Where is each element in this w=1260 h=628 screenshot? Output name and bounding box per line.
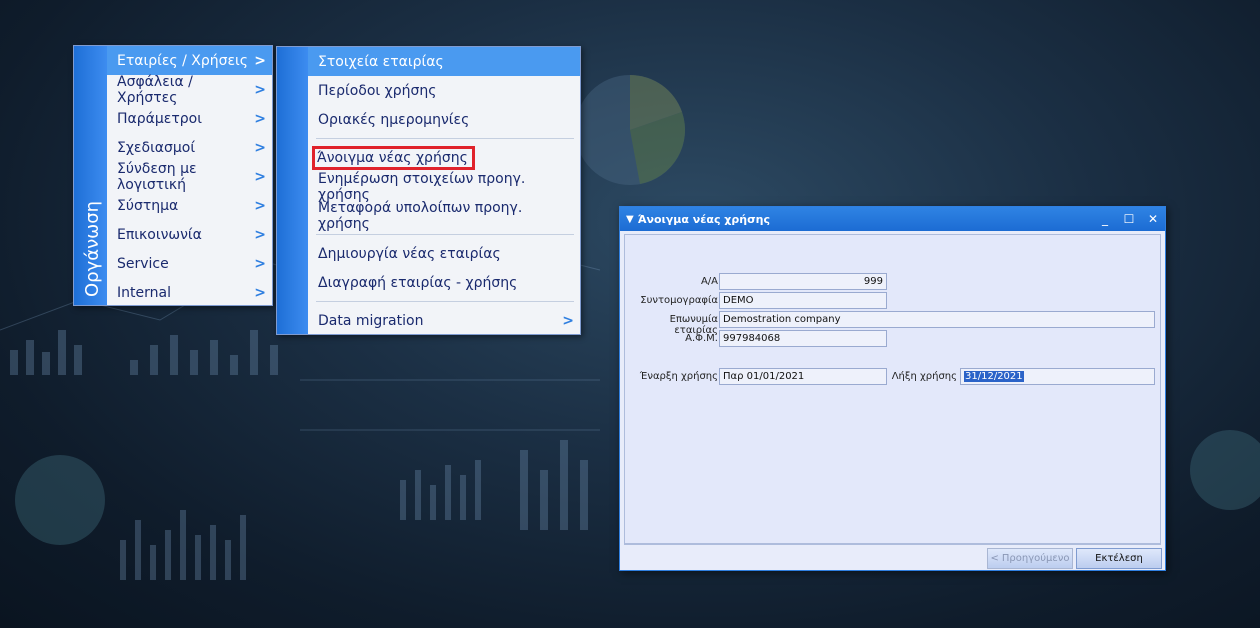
chevron-right-icon: >	[562, 312, 574, 329]
menu-item-service[interactable]: Service >	[107, 249, 272, 278]
menu-item-label: Εταιρίες / Χρήσεις	[117, 52, 249, 69]
submenu-item-cutoff-dates[interactable]: Οριακές ημερομηνίες	[308, 105, 580, 134]
minimize-icon[interactable]: _	[1093, 212, 1117, 226]
submenu-strip	[277, 47, 308, 334]
submenu-item-company-info[interactable]: Στοιχεία εταιρίας	[308, 47, 580, 76]
chevron-right-icon: >	[254, 255, 266, 272]
afm-field[interactable]: 997984068	[719, 330, 887, 347]
menu-item-designs[interactable]: Σχεδιασμοί >	[107, 133, 272, 162]
menu-item-label: Σύνδεση με λογιστική	[117, 160, 197, 193]
menu-separator	[308, 134, 580, 143]
submenu-item-create-company[interactable]: Δημιουργία νέας εταιρίας	[308, 239, 580, 268]
menu-separator	[308, 297, 580, 306]
end-date-label: Λήξη χρήσης	[891, 371, 957, 382]
close-icon[interactable]: ✕	[1141, 212, 1165, 226]
chevron-right-icon: >	[254, 197, 266, 214]
main-menu-items: Εταιρίες / Χρήσεις > Ασφάλεια / Χρήστες …	[107, 46, 272, 305]
menu-item-parameters[interactable]: Παράμετροι >	[107, 104, 272, 133]
submenu-item-label: Μεταφορά υπολοίπων προηγ. χρήσης	[318, 199, 523, 232]
menu-item-label: Service	[117, 255, 169, 272]
end-date-field[interactable]: 31/12/2021	[960, 368, 1155, 385]
submenu-item-delete-company[interactable]: Διαγραφή εταιρίας - χρήσης	[308, 268, 580, 297]
submenu-item-label: Οριακές ημερομηνίες	[318, 111, 470, 128]
company-name-field[interactable]: Demostration company	[719, 311, 1155, 328]
chevron-right-icon: >	[254, 226, 266, 243]
menu-item-label: Παράμετροι	[117, 110, 202, 127]
maximize-icon[interactable]: ☐	[1117, 212, 1141, 226]
menu-item-security[interactable]: Ασφάλεια / Χρήστες >	[107, 73, 272, 106]
previous-button-label: Προηγούμενο	[1001, 553, 1070, 564]
dialog-titlebar[interactable]: ▼ Άνοιγμα νέας χρήσης _ ☐ ✕	[620, 207, 1165, 231]
chevron-right-icon: >	[254, 168, 266, 185]
menu-item-internal[interactable]: Internal >	[107, 278, 272, 307]
submenu-item-open-new-year[interactable]: Άνοιγμα νέας χρήσης	[308, 143, 580, 172]
menu-item-companies[interactable]: Εταιρίες / Χρήσεις >	[107, 46, 272, 75]
menu-item-system[interactable]: Σύστημα >	[107, 191, 272, 220]
window-controls: _ ☐ ✕	[1093, 212, 1165, 226]
submenu-item-label: Δημιουργία νέας εταιρίας	[318, 245, 501, 262]
menu-strip: Οργάνωση	[74, 46, 107, 305]
chevron-left-icon: <	[990, 553, 999, 564]
chevron-right-icon: >	[254, 81, 266, 98]
submenu-item-data-migration[interactable]: Data migration >	[308, 306, 580, 335]
end-date-selected-text: 31/12/2021	[964, 371, 1024, 382]
chevron-right-icon: >	[254, 52, 266, 69]
submenu-item-label: Διαγραφή εταιρίας - χρήσης	[318, 274, 518, 291]
short-name-label: Συντομογραφία	[640, 295, 718, 306]
submenu-item-label: Στοιχεία εταιρίας	[318, 53, 444, 70]
organization-menu: Οργάνωση Εταιρίες / Χρήσεις > Ασφάλεια /…	[73, 45, 273, 306]
aa-label: Α/Α	[700, 276, 718, 287]
open-new-year-dialog: ▼ Άνοιγμα νέας χρήσης _ ☐ ✕ Α/Α 999 Συντ…	[619, 206, 1166, 571]
submenu-item-fiscal-periods[interactable]: Περίοδοι χρήσης	[308, 76, 580, 105]
menu-item-label: Internal	[117, 284, 171, 301]
chevron-right-icon: >	[254, 139, 266, 156]
menu-item-label: Σύστημα	[117, 197, 179, 214]
submenu-item-label: Data migration	[318, 312, 424, 329]
submenu-item-label: Περίοδοι χρήσης	[318, 82, 437, 99]
short-name-field[interactable]: DEMO	[719, 292, 887, 309]
chevron-right-icon: >	[254, 110, 266, 127]
double-chevron-down-icon[interactable]: ▼	[626, 214, 634, 225]
menu-item-accounting-link[interactable]: Σύνδεση με λογιστική >	[107, 160, 272, 193]
submenu-item-update-prev-year[interactable]: Ενημέρωση στοιχείων προηγ. χρήσης	[308, 170, 580, 203]
afm-label: Α.Φ.Μ.	[685, 333, 718, 344]
submenu-items: Στοιχεία εταιρίας Περίοδοι χρήσης Οριακέ…	[308, 47, 580, 334]
start-date-label: Έναρξη χρήσης	[639, 371, 718, 382]
previous-button[interactable]: < Προηγούμενο	[987, 548, 1073, 569]
submenu-item-transfer-balances[interactable]: Μεταφορά υπολοίπων προηγ. χρήσης	[308, 199, 580, 232]
execute-button-label: Εκτέλεση	[1095, 553, 1143, 564]
menu-item-label: Ασφάλεια / Χρήστες	[117, 73, 193, 106]
submenu-item-label: Ενημέρωση στοιχείων προηγ. χρήσης	[318, 170, 526, 203]
start-date-field[interactable]: Παρ 01/01/2021	[719, 368, 887, 385]
submenu-item-label: Άνοιγμα νέας χρήσης	[312, 145, 475, 170]
dialog-body: Α/Α 999 Συντομογραφία DEMO Επωνυμία εται…	[624, 234, 1161, 544]
dialog-title: Άνοιγμα νέας χρήσης	[637, 212, 771, 226]
menu-strip-label: Οργάνωση	[81, 200, 103, 297]
execute-button[interactable]: Εκτέλεση	[1076, 548, 1162, 569]
menu-item-communication[interactable]: Επικοινωνία >	[107, 220, 272, 249]
menu-item-label: Επικοινωνία	[117, 226, 202, 243]
menu-separator	[308, 230, 580, 239]
aa-field[interactable]: 999	[719, 273, 887, 290]
companies-submenu: Στοιχεία εταιρίας Περίοδοι χρήσης Οριακέ…	[276, 46, 581, 335]
chevron-right-icon: >	[254, 284, 266, 301]
menu-item-label: Σχεδιασμοί	[117, 139, 196, 156]
dialog-footer: < Προηγούμενο Εκτέλεση	[624, 544, 1162, 569]
